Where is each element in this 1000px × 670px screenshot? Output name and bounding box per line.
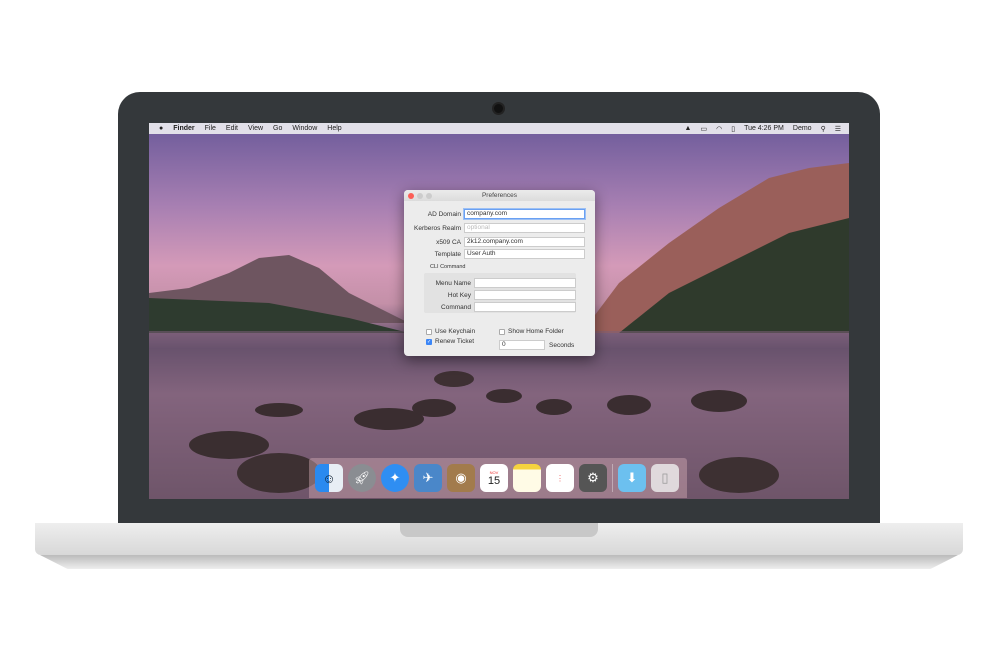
renew-ticket-label: Renew Ticket [435, 338, 475, 345]
renew-ticket-checkbox[interactable]: ✓ Renew Ticket [426, 338, 474, 345]
battery-icon[interactable]: ▯ [731, 125, 735, 133]
wifi-icon[interactable]: ◠ [716, 125, 722, 133]
calendar-icon[interactable]: NOV 15 [480, 464, 508, 492]
clock[interactable]: Tue 4:26 PM [744, 125, 784, 133]
dock-separator [612, 464, 613, 492]
hot-key-field[interactable] [474, 290, 576, 300]
use-keychain-label: Use Keychain [435, 328, 476, 335]
template-label: Template [434, 250, 461, 258]
trash-icon[interactable]: ▯ [651, 464, 679, 492]
ad-domain-label: AD Domain [427, 210, 461, 218]
spotlight-icon[interactable]: ⚲ [821, 125, 826, 133]
kerberos-realm-field[interactable]: optional [464, 223, 585, 233]
user-menu[interactable]: Demo [793, 125, 812, 133]
minimize-button[interactable] [417, 193, 423, 199]
use-keychain-checkbox[interactable]: Use Keychain [426, 328, 475, 335]
menu-help[interactable]: Help [327, 125, 341, 132]
contacts-icon[interactable]: ◉ [447, 464, 475, 492]
command-field[interactable] [474, 302, 576, 312]
menu-go[interactable]: Go [273, 125, 282, 132]
app-status-icon[interactable]: ▲ [685, 125, 692, 133]
notes-icon[interactable] [513, 464, 541, 492]
menu-name-label: Menu Name [435, 279, 471, 287]
seconds-field[interactable]: 0 [499, 340, 545, 350]
x509-ca-label: x509 CA [436, 238, 461, 246]
notification-center-icon[interactable]: ☰ [835, 125, 841, 133]
close-button[interactable] [408, 193, 414, 199]
seconds-label: Seconds [549, 341, 575, 349]
show-home-folder-label: Show Home Folder [508, 328, 564, 335]
menu-app-finder[interactable]: Finder [173, 125, 194, 132]
menu-name-field[interactable] [474, 278, 576, 288]
menu-file[interactable]: File [205, 125, 216, 132]
title-bar: Preferences [404, 190, 595, 201]
ad-domain-field[interactable]: company.com [464, 209, 585, 219]
launchpad-icon[interactable]: 🚀︎ [348, 464, 376, 492]
zoom-button[interactable] [426, 193, 432, 199]
command-label: Command [441, 303, 471, 311]
safari-icon[interactable]: ✦ [381, 464, 409, 492]
template-field[interactable]: User Auth [464, 249, 585, 259]
x509-ca-field[interactable]: 2k12.company.com [464, 237, 585, 247]
finder-icon[interactable]: ☺ [315, 464, 343, 492]
calendar-day: 15 [487, 474, 501, 487]
dock: ☺ 🚀︎ ✦ ✈ ◉ NOV 15 ⋮ ⚙ ⬇ ▯ [309, 458, 687, 498]
preferences-window: Preferences AD Domain company.com Kerbero… [404, 190, 595, 356]
show-home-folder-checkbox[interactable]: Show Home Folder [499, 328, 564, 335]
cli-command-heading: CLI Command [430, 264, 466, 270]
desktop: ● Finder File Edit View Go Window Help ▲… [149, 123, 849, 499]
camera [492, 102, 505, 115]
menu-bar: ● Finder File Edit View Go Window Help ▲… [149, 123, 849, 134]
menu-view[interactable]: View [248, 125, 263, 132]
kerberos-realm-label: Kerberos Realm [414, 224, 461, 232]
system-preferences-icon[interactable]: ⚙ [579, 464, 607, 492]
window-title: Preferences [481, 192, 518, 199]
laptop-notch [400, 523, 598, 537]
menu-window[interactable]: Window [292, 125, 317, 132]
laptop-foot [40, 555, 958, 569]
downloads-folder-icon[interactable]: ⬇ [618, 464, 646, 492]
preview-icon[interactable]: ✈ [414, 464, 442, 492]
menu-edit[interactable]: Edit [226, 125, 238, 132]
reminders-icon[interactable]: ⋮ [546, 464, 574, 492]
hot-key-label: Hot Key [447, 291, 471, 299]
apple-menu-icon[interactable]: ● [159, 125, 163, 132]
airplay-icon[interactable]: ▭ [700, 125, 707, 133]
